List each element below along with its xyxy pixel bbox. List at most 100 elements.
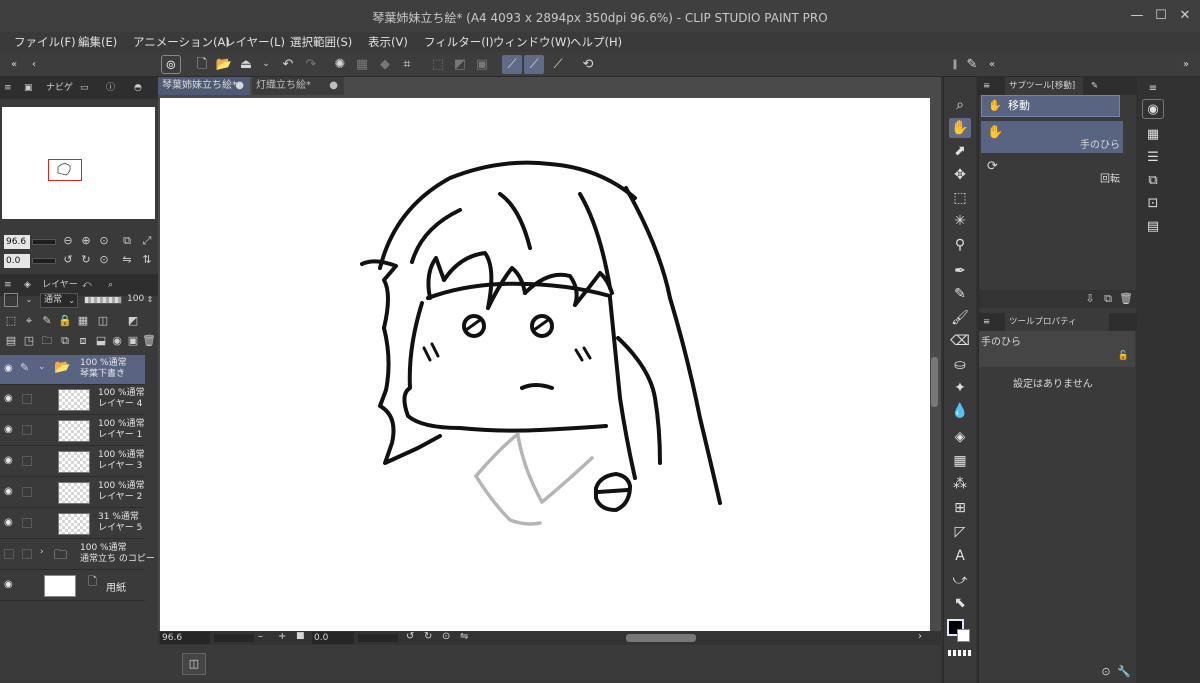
- close-tab-icon[interactable]: ●: [329, 77, 338, 95]
- flip-vertical-icon[interactable]: ⇅: [140, 253, 154, 267]
- merge-layer-icon[interactable]: ⧈: [76, 334, 90, 348]
- invert-selection-icon[interactable]: ◩: [450, 55, 470, 74]
- scroll-right-icon[interactable]: ›: [918, 631, 922, 642]
- status-zoom-value[interactable]: 96.6: [160, 632, 210, 644]
- layer-panel-menu-icon[interactable]: ≡: [4, 277, 12, 293]
- selection-tool-icon[interactable]: ⬚: [949, 188, 971, 208]
- subtool-tab[interactable]: サブツール[移動]: [1005, 77, 1083, 95]
- blend-tool-icon[interactable]: 💧: [949, 401, 971, 421]
- eyedropper-tool-icon[interactable]: ⚲: [949, 235, 971, 255]
- rotate-right-icon[interactable]: ↻: [79, 253, 93, 267]
- layer-checkbox[interactable]: [22, 456, 32, 466]
- lock-transparency-icon[interactable]: ▦: [76, 314, 90, 328]
- pen-tool-icon[interactable]: ✒: [949, 261, 971, 281]
- angle-slider[interactable]: [32, 258, 56, 264]
- zoom-tool-icon[interactable]: ⌕: [949, 95, 971, 115]
- clip-layer-icon[interactable]: ⬚: [4, 314, 18, 328]
- menu-filter[interactable]: フィルター(I): [424, 34, 494, 50]
- layer-paper[interactable]: ◉ 🗋 用紙: [0, 571, 145, 601]
- close-tab-icon[interactable]: ●: [235, 77, 244, 95]
- move-tool-icon[interactable]: ✋: [949, 118, 971, 138]
- layer-item-5[interactable]: ◉ 31 %通常 レイヤー 5: [0, 509, 145, 539]
- rotate-left-icon[interactable]: ↺: [61, 253, 75, 267]
- snap-grid-icon[interactable]: ⟋: [548, 55, 568, 74]
- dock-menu-icon[interactable]: ≡: [1142, 79, 1164, 99]
- item-bank-tab-icon[interactable]: ◓: [134, 80, 142, 96]
- menu-window[interactable]: ウィンドウ(W): [493, 34, 571, 50]
- layer-checkbox[interactable]: [22, 518, 32, 528]
- layer-item-4[interactable]: ◉ 100 %通常 レイヤー 4: [0, 385, 145, 415]
- layer-checkbox[interactable]: [22, 394, 32, 404]
- opacity-slider[interactable]: [84, 296, 122, 304]
- undo-icon[interactable]: ↶: [278, 55, 298, 74]
- save-icon[interactable]: ⏏: [236, 55, 256, 74]
- panel-menu-icon[interactable]: ≡: [983, 77, 990, 95]
- delete-subtool-icon[interactable]: 🗑: [1119, 292, 1133, 306]
- timeline-toggle-icon[interactable]: ◫: [182, 653, 206, 675]
- drawing-canvas[interactable]: [160, 98, 930, 631]
- new-folder-icon[interactable]: 🗀: [40, 334, 54, 348]
- correct-line-tool-icon[interactable]: ⬉: [949, 593, 971, 613]
- layers-tab[interactable]: レイヤー: [42, 277, 78, 293]
- layer-item-1[interactable]: ◉ 100 %通常 レイヤー 1: [0, 416, 145, 446]
- layer-property-icon[interactable]: ⊡: [1142, 194, 1164, 214]
- chevron-down-icon[interactable]: ⌄: [256, 55, 276, 74]
- minimize-button[interactable]: —: [1129, 8, 1145, 24]
- visibility-eye-icon[interactable]: ◉: [4, 579, 13, 590]
- navigator-preview[interactable]: [2, 107, 155, 219]
- menu-animation[interactable]: アニメーション(A): [133, 34, 230, 50]
- rotate-reset-icon[interactable]: ⊙: [442, 631, 450, 642]
- layer-color-icon[interactable]: [4, 293, 18, 307]
- rotate-left-icon[interactable]: ↺: [406, 631, 414, 642]
- deselect-icon[interactable]: ⬚: [428, 55, 448, 74]
- copy-layer-icon[interactable]: ⧉: [58, 334, 72, 348]
- transform-icon[interactable]: ⌗: [397, 55, 417, 74]
- pen-icon[interactable]: ✎: [20, 361, 29, 374]
- subtool-item-rotate[interactable]: ⟳ 回転: [981, 155, 1123, 187]
- show-selection-icon[interactable]: ▣: [472, 55, 492, 74]
- color-set-icon[interactable]: ▦: [1142, 125, 1164, 145]
- fill-tool-icon[interactable]: ◈: [949, 427, 971, 447]
- layer-mask-icon[interactable]: ◫: [96, 314, 110, 328]
- new-raster-layer-icon[interactable]: ▤: [4, 334, 18, 348]
- loading-icon[interactable]: ✺: [330, 55, 350, 74]
- move-layer-tool-icon[interactable]: ✥: [949, 165, 971, 185]
- subtool-item-hand[interactable]: ✋ 手のひら: [981, 121, 1123, 153]
- layer-checkbox[interactable]: [22, 549, 32, 559]
- clip-studio-icon[interactable]: ⊚: [161, 55, 181, 74]
- auto-select-tool-icon[interactable]: ✳: [949, 211, 971, 231]
- navigator-tab[interactable]: ナビゲ: [46, 80, 73, 96]
- menu-edit[interactable]: 編集(E): [78, 34, 117, 50]
- redo-icon[interactable]: ↷: [301, 55, 321, 74]
- zoom-out-icon[interactable]: –: [258, 631, 263, 642]
- color-wheel-icon[interactable]: ◉: [1142, 99, 1164, 119]
- lock-layer-icon[interactable]: 🔒: [58, 314, 72, 328]
- visibility-eye-icon[interactable]: ◉: [4, 393, 13, 404]
- menu-help[interactable]: ヘルプ(H): [570, 34, 622, 50]
- status-angle-value[interactable]: 0.0: [312, 632, 354, 644]
- panel-menu-icon[interactable]: ≡: [983, 313, 990, 331]
- apply-mask-icon[interactable]: ▣: [126, 334, 140, 348]
- menu-view[interactable]: 表示(V): [368, 34, 408, 50]
- layers-tab-icon[interactable]: ◈: [24, 277, 31, 293]
- fit-screen-icon[interactable]: ⧉: [120, 234, 134, 248]
- sub-view-tab-icon[interactable]: ▭: [80, 80, 89, 96]
- add-subtool-icon[interactable]: ⇩: [1083, 292, 1097, 306]
- lock-icon[interactable]: 🔓: [1118, 351, 1129, 361]
- chevron-left-icon[interactable]: ‹: [24, 55, 44, 74]
- new-file-icon[interactable]: 🗋: [192, 55, 212, 74]
- wrench-icon[interactable]: 🔧: [1117, 665, 1131, 679]
- info-tab-icon[interactable]: ⓘ: [106, 80, 115, 96]
- zoom-out-icon[interactable]: ⊖: [61, 234, 75, 248]
- layer-folder-draft[interactable]: ◉ ✎ ⌄ 📂 100 %通常 琴葉下書き: [0, 355, 145, 385]
- zoom-reset-icon[interactable]: ■: [296, 631, 305, 641]
- navigator-view-frame[interactable]: [48, 159, 82, 181]
- expand-right-icon[interactable]: «: [982, 55, 1002, 74]
- brush-icon[interactable]: ✎: [962, 55, 982, 74]
- layer-property-tab-icon[interactable]: ⤺: [82, 277, 92, 293]
- layer-color-dropdown-icon[interactable]: ⌄: [22, 293, 36, 307]
- draft-layer-icon[interactable]: ✎: [40, 314, 54, 328]
- figure-tool-icon[interactable]: ⁂: [949, 474, 971, 494]
- chevron-down-icon[interactable]: ⌄: [38, 362, 46, 372]
- copy-subtool-icon[interactable]: ⧉: [1101, 292, 1115, 306]
